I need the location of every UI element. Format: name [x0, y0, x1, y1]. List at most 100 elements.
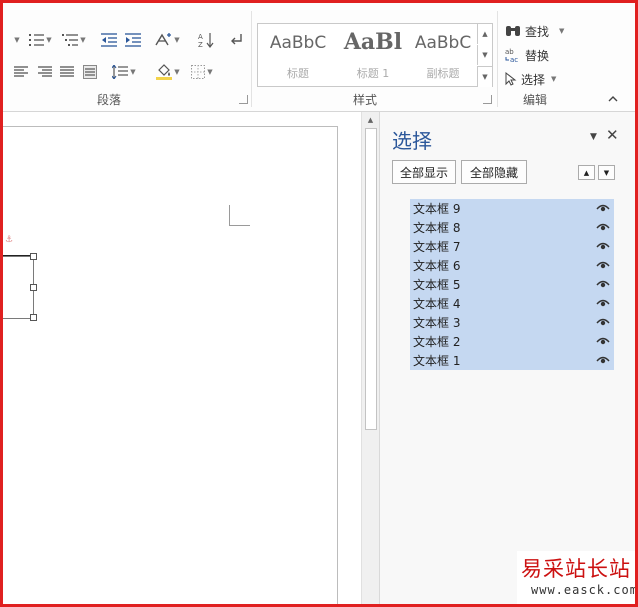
cursor-arrow-icon [505, 72, 517, 86]
find-button[interactable]: 查找 ▼ [505, 21, 564, 41]
gallery-scroll-down[interactable]: ▼ [477, 45, 492, 65]
style-sample: AaBbC [269, 33, 327, 53]
line-spacing-icon [112, 65, 129, 79]
visibility-eye-icon[interactable] [596, 241, 610, 251]
decrease-indent-icon [101, 33, 117, 47]
scrollbar-thumb[interactable] [365, 128, 377, 430]
numbering-button[interactable]: ▼ [25, 29, 55, 51]
selected-textbox[interactable] [3, 256, 34, 319]
multilevel-list-button[interactable]: ▼ [59, 29, 89, 51]
editing-group-label: 编辑 [523, 93, 548, 107]
object-name: 文本框 5 [413, 278, 461, 292]
document-area: ⚓ [3, 112, 379, 604]
gallery-scroll-up[interactable]: ▲ [477, 24, 492, 44]
show-all-button[interactable]: 全部显示 [392, 160, 456, 184]
increase-indent-icon [125, 33, 141, 47]
visibility-eye-icon[interactable] [596, 317, 610, 327]
list-item[interactable]: 文本框 1 [410, 351, 614, 370]
paragraph-group-label: 段落 [97, 93, 122, 107]
increase-indent-button[interactable] [123, 29, 143, 51]
list-item[interactable]: 文本框 7 [410, 237, 614, 256]
numbering-icon [29, 34, 45, 46]
margin-corner-mark [229, 205, 250, 226]
list-item[interactable]: 文本框 5 [410, 275, 614, 294]
object-name: 文本框 9 [413, 202, 461, 216]
list-item[interactable]: 文本框 4 [410, 294, 614, 313]
visibility-eye-icon[interactable] [596, 336, 610, 346]
scroll-up-arrow[interactable]: ▲ [362, 114, 379, 126]
borders-button[interactable]: ▼ [187, 61, 217, 83]
svg-text:ac: ac [510, 56, 518, 63]
hide-all-button[interactable]: 全部隐藏 [461, 160, 527, 184]
svg-text:Z: Z [198, 41, 203, 48]
style-title[interactable]: AaBbC 标题 [261, 27, 335, 83]
align-right-icon [38, 66, 52, 77]
return-arrow-icon [231, 34, 242, 45]
list-item[interactable]: 文本框 3 [410, 313, 614, 332]
align-right-button[interactable] [35, 61, 55, 83]
chinese-layout-icon [155, 33, 172, 46]
visibility-eye-icon[interactable] [596, 203, 610, 213]
paint-bucket-icon [156, 64, 173, 80]
list-item[interactable]: 文本框 6 [410, 256, 614, 275]
styles-gallery: AaBbC 标题 AaBl 标题 1 AaBbC 副标题 ▲ ▼ ▼ [257, 23, 493, 87]
style-label: 标题 [287, 67, 309, 80]
close-icon[interactable]: ✕ [606, 126, 619, 144]
chevron-up-icon [608, 95, 618, 101]
multilevel-list-icon [62, 34, 79, 46]
align-left-button[interactable] [11, 61, 31, 83]
paragraph-dialog-launcher[interactable] [239, 95, 248, 104]
show-formatting-button[interactable] [227, 29, 247, 51]
send-backward-button[interactable]: ▼ [598, 165, 615, 180]
visibility-eye-icon[interactable] [596, 279, 610, 289]
resize-handle[interactable] [30, 284, 37, 291]
shading-button[interactable]: ▼ [153, 61, 183, 83]
anchor-icon: ⚓ [5, 235, 14, 245]
object-name: 文本框 2 [413, 335, 461, 349]
distributed-button[interactable] [79, 61, 101, 83]
style-heading-1[interactable]: AaBl 标题 1 [336, 27, 410, 83]
collapse-ribbon-button[interactable] [605, 91, 621, 105]
group-separator [497, 11, 498, 107]
resize-handle[interactable] [30, 314, 37, 321]
text-direction-button[interactable]: ▼ [151, 29, 183, 51]
object-list: 文本框 9 文本框 8 文本框 7 文本框 6 文本框 5 文本框 4 文本框 3 文本框 2… [410, 199, 614, 370]
find-label: 查找 [525, 24, 550, 39]
style-sample: AaBbC [414, 33, 472, 53]
watermark: 易采站长站 www.easck.com [517, 551, 638, 604]
ribbon: ▼ ▼ ▼ ▼ AZ ▼ ▼ ▼ 段落 AaBbC 标题 AaBl 标题 1 A… [3, 3, 635, 112]
list-item[interactable]: 文本框 9 [410, 199, 614, 218]
decrease-indent-button[interactable] [99, 29, 119, 51]
replace-icon: abac [505, 48, 518, 63]
sort-button[interactable]: AZ [195, 29, 217, 51]
gallery-more[interactable]: ▼ [477, 66, 492, 87]
bring-forward-button[interactable]: ▲ [578, 165, 595, 180]
svg-text:A: A [198, 33, 203, 41]
bullets-dropdown-icon[interactable]: ▼ [9, 29, 23, 51]
visibility-eye-icon[interactable] [596, 298, 610, 308]
resize-handle[interactable] [30, 253, 37, 260]
replace-button[interactable]: ab ac 替换 [505, 45, 549, 65]
line-spacing-button[interactable]: ▼ [109, 61, 139, 83]
sort-az-icon: AZ [198, 33, 214, 48]
document-page[interactable]: ⚓ [3, 126, 338, 604]
watermark-url: www.easck.com [531, 583, 638, 597]
justify-button[interactable] [57, 61, 77, 83]
vertical-scrollbar[interactable]: ▲ [361, 112, 379, 604]
watermark-title: 易采站长站 [521, 557, 631, 581]
justify-icon [60, 66, 74, 77]
list-item[interactable]: 文本框 8 [410, 218, 614, 237]
select-button[interactable]: 选择 ▼ [505, 69, 556, 89]
list-item[interactable]: 文本框 2 [410, 332, 614, 351]
visibility-eye-icon[interactable] [596, 355, 610, 365]
object-name: 文本框 7 [413, 240, 461, 254]
object-name: 文本框 1 [413, 354, 461, 368]
style-label: 标题 1 [356, 67, 390, 80]
styles-dialog-launcher[interactable] [483, 95, 492, 104]
visibility-eye-icon[interactable] [596, 222, 610, 232]
pane-options-icon[interactable]: ▼ [590, 132, 597, 142]
visibility-eye-icon[interactable] [596, 260, 610, 270]
style-label: 副标题 [426, 67, 460, 80]
align-left-icon [14, 66, 28, 77]
style-subtitle[interactable]: AaBbC 副标题 [406, 27, 480, 83]
